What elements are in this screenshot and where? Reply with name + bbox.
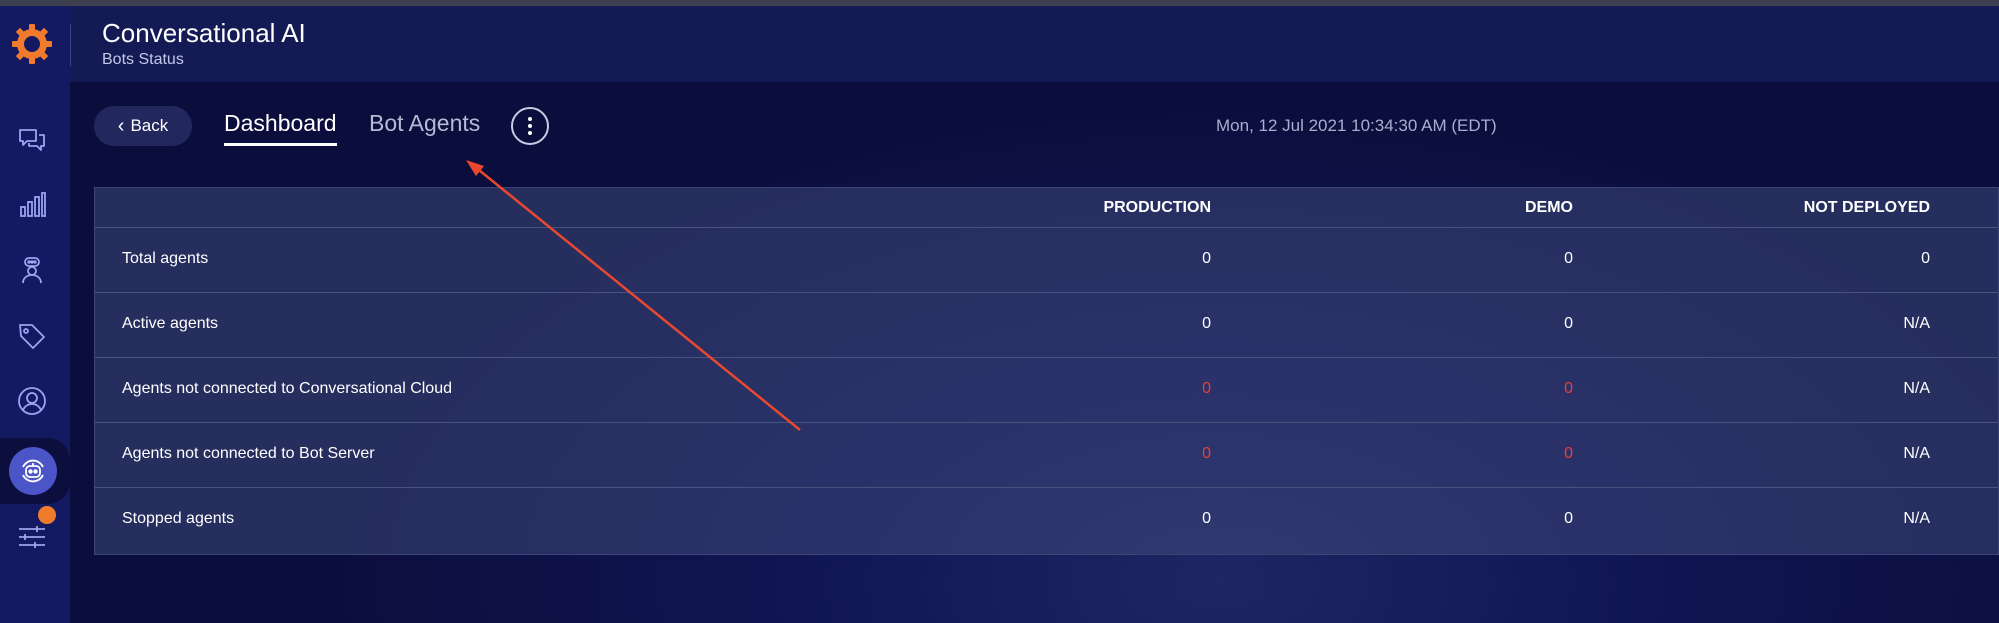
more-vertical-icon-dot [528,124,532,128]
notification-badge [38,506,56,524]
sidebar-item-agents[interactable] [10,249,54,293]
production-value: 0 [1202,510,1211,527]
not-deployed-value: N/A [1903,315,1930,332]
demo-value: 0 [1564,315,1573,332]
more-vertical-icon [528,117,532,121]
row-label: Stopped agents [122,510,235,527]
column-header-demo: DEMO [1525,199,1573,216]
more-vertical-icon-dot [528,131,532,135]
demo-value: 0 [1564,250,1573,267]
more-options-button[interactable] [511,107,549,145]
column-header-production: PRODUCTION [1103,199,1211,216]
timestamp: Mon, 12 Jul 2021 10:34:30 AM (EDT) [1216,116,1497,135]
not-deployed-value: N/A [1903,510,1930,527]
production-value: 0 [1202,445,1211,462]
chevron-left-icon: ‹ [117,115,125,137]
user-circle-icon [18,387,46,415]
demo-value: 0 [1564,510,1573,527]
bar-chart-icon [20,192,46,217]
not-deployed-value: 0 [1921,250,1930,267]
column-header-not-deployed: NOT DEPLOYED [1803,199,1930,216]
table-header: PRODUCTION DEMO NOT DEPLOYED [95,188,1998,228]
table-row: Agents not connected to Bot Server 0 0 N… [95,423,1998,488]
sidebar-item-users[interactable] [10,379,54,423]
sliders-icon [19,526,45,548]
tab-dashboard[interactable]: Dashboard [224,110,337,146]
sidebar-item-analytics[interactable] [10,183,54,227]
agent-icon [22,257,42,284]
not-deployed-value: N/A [1903,445,1930,462]
gear-logo-icon[interactable] [10,22,54,66]
table-row: Active agents 0 0 N/A [95,293,1998,358]
sidebar [0,6,70,623]
back-button[interactable]: ‹ Back [94,106,192,146]
demo-value: 0 [1564,380,1573,397]
tag-icon [19,324,45,349]
back-button-label: Back [130,116,169,135]
not-deployed-value: N/A [1903,380,1930,397]
chat-bubbles-icon [19,129,45,151]
app-header: Conversational AI Bots Status [70,6,1999,82]
production-value: 0 [1202,315,1211,332]
table-row: Stopped agents 0 0 N/A [95,488,1998,553]
sidebar-item-bots[interactable] [9,447,57,495]
demo-value: 0 [1564,445,1573,462]
bots-status-table: PRODUCTION DEMO NOT DEPLOYED Total agent… [94,187,1999,555]
page-subtitle: Bots Status [102,51,184,68]
production-value: 0 [1202,380,1211,397]
sidebar-item-conversations[interactable] [10,118,54,162]
bot-icon [22,459,44,483]
sidebar-item-tags[interactable] [10,314,54,358]
header-divider [70,24,71,66]
table-row: Total agents 0 0 0 [95,228,1998,293]
row-label: Total agents [122,250,209,267]
app-title: Conversational AI [102,18,306,48]
main-content: ‹ Back Dashboard Bot Agents Mon, 12 Jul … [70,82,1999,623]
tab-bot-agents[interactable]: Bot Agents [369,110,480,137]
row-label: Active agents [122,315,219,332]
production-value: 0 [1202,250,1211,267]
row-label: Agents not connected to Bot Server [122,445,375,462]
table-row: Agents not connected to Conversational C… [95,358,1998,423]
row-label: Agents not connected to Conversational C… [122,380,452,397]
